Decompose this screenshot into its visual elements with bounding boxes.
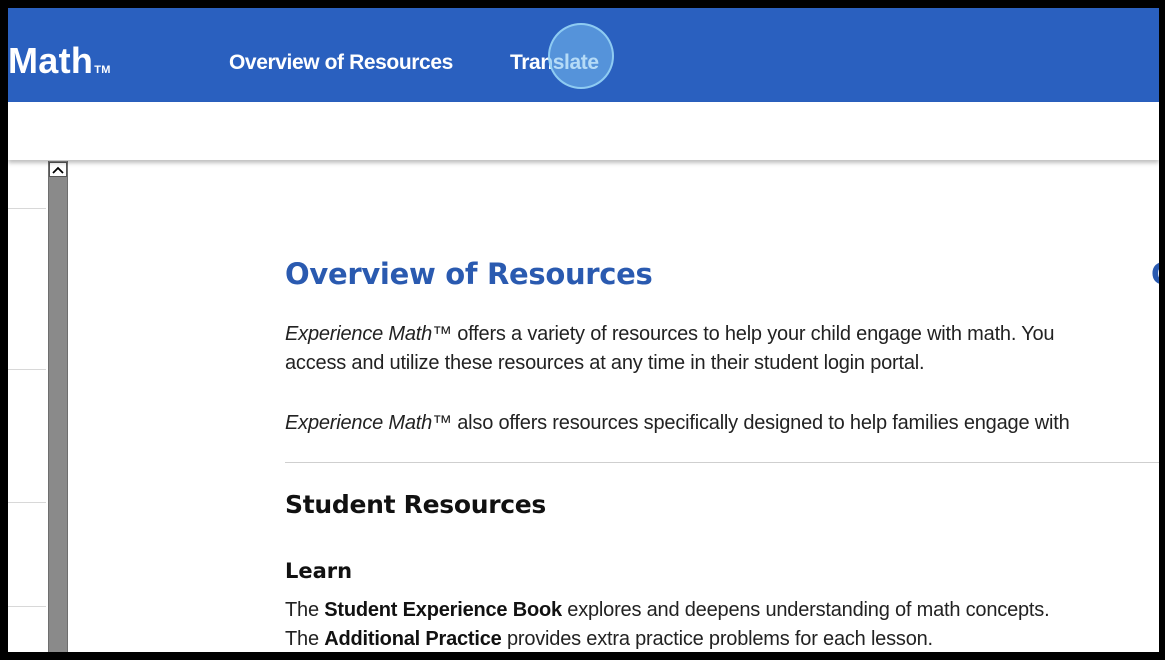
chevron-up-icon <box>52 166 64 174</box>
section-title-student-resources: Student Resources <box>285 490 547 519</box>
sidebar-divider <box>8 369 46 370</box>
product-name: Experience Math™ <box>285 412 452 434</box>
product-name: Experience Math™ <box>285 323 452 345</box>
family-text: also offers resources specifically desig… <box>451 412 1070 434</box>
section-divider <box>285 462 1159 463</box>
scroll-up-button[interactable] <box>49 162 67 177</box>
learn-text: The <box>285 628 325 650</box>
subsection-title-learn: Learn <box>285 559 353 583</box>
main-content: Overview of Resources C Experience Math™… <box>285 160 1159 652</box>
intro-paragraph: Experience Math™ offers a variety of res… <box>285 320 1055 378</box>
sidebar-divider <box>8 208 46 209</box>
learn-text: provides extra practice problems for eac… <box>501 628 933 650</box>
nav-link-overview[interactable]: Overview of Resources <box>229 50 453 76</box>
sidebar-divider <box>8 502 46 503</box>
vertical-scrollbar[interactable] <box>48 161 68 652</box>
learn-text: The <box>285 599 325 621</box>
brand-trademark: TM <box>94 64 111 76</box>
browser-frame: MathTM Overview of Resources Translate O… <box>8 8 1159 652</box>
intro-text-line-2: access and utilize these resources at an… <box>285 352 925 374</box>
family-resources-paragraph: Experience Math™ also offers resources s… <box>285 409 1070 438</box>
brand-logo[interactable]: MathTM <box>8 39 111 92</box>
top-nav-bar: MathTM Overview of Resources Translate <box>8 8 1159 102</box>
brand-text: Math <box>8 40 94 81</box>
left-sidebar <box>8 160 48 652</box>
sidebar-divider <box>8 606 46 607</box>
link-student-experience-book[interactable]: Student Experience Book <box>324 599 562 621</box>
page-title: Overview of Resources <box>285 257 653 291</box>
nav-link-translate[interactable]: Translate <box>510 50 599 76</box>
sub-header-bar <box>8 102 1159 160</box>
learn-paragraph: The Student Experience Book explores and… <box>285 596 1050 652</box>
learn-text: explores and deepens understanding of ma… <box>561 599 1050 621</box>
link-additional-practice[interactable]: Additional Practice <box>324 628 502 650</box>
intro-text-line-1: offers a variety of resources to help yo… <box>451 323 1055 345</box>
clipped-heading-fragment: C <box>1151 254 1159 294</box>
